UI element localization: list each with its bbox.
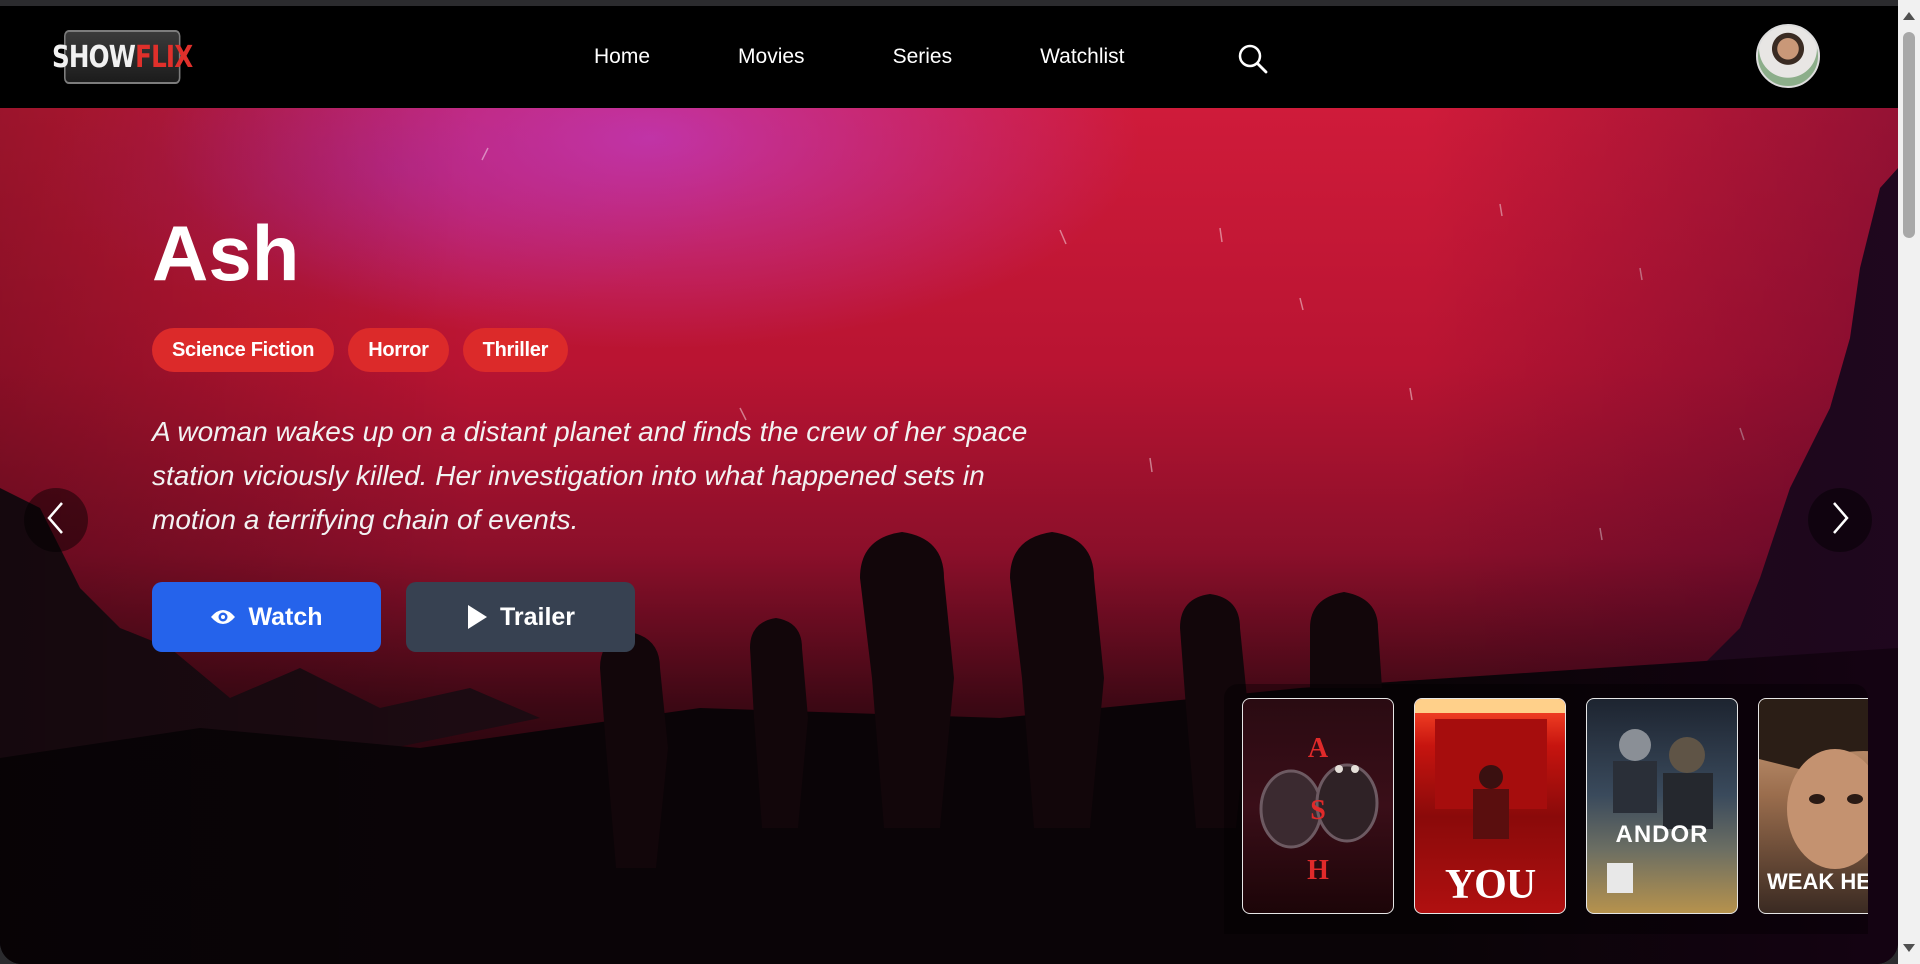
top-navbar: SHOW FLIX Home Movies Series Watchlist [0, 6, 1898, 108]
watch-label: Watch [248, 602, 323, 631]
chevron-right-icon [1829, 501, 1851, 540]
genre-tag[interactable]: Science Fiction [152, 328, 335, 372]
user-avatar[interactable] [1756, 24, 1820, 88]
genre-tags: Science Fiction Horror Thriller [152, 328, 582, 372]
genre-tag[interactable]: Horror [348, 328, 449, 372]
app-viewport: SHOW FLIX Home Movies Series Watchlist A… [0, 6, 1898, 964]
trailer-button[interactable]: Trailer [406, 582, 635, 652]
nav-links: Home Movies Series Watchlist [594, 6, 1125, 108]
scrollbar-thumb[interactable] [1903, 32, 1915, 238]
andor-poster-art [1607, 729, 1713, 893]
hero-banner: Ash Science Fiction Horror Thriller A wo… [0, 108, 1898, 964]
nav-watchlist[interactable]: Watchlist [1040, 45, 1124, 69]
page-scrollbar[interactable] [1898, 0, 1920, 964]
search-icon[interactable] [1236, 42, 1270, 76]
thumbnail-ash[interactable]: A S H [1242, 698, 1394, 914]
nav-movies[interactable]: Movies [738, 45, 805, 69]
logo-show-text: SHOW [52, 39, 136, 75]
eye-icon [210, 607, 236, 627]
thumbnail-andor[interactable]: ANDOR [1586, 698, 1738, 914]
showflix-logo[interactable]: SHOW FLIX [52, 30, 193, 84]
logo-flix-text: FLIX [135, 39, 193, 75]
thumbnail-weak-hero[interactable]: WEAK HE [1758, 698, 1868, 914]
chevron-left-icon [45, 501, 67, 540]
ash-poster-letter: H [1307, 855, 1329, 886]
scroll-up-arrow-icon[interactable] [1903, 12, 1915, 20]
genre-tag[interactable]: Thriller [462, 328, 569, 372]
nav-home[interactable]: Home [594, 45, 650, 69]
ash-poster-letter: S [1310, 795, 1326, 826]
thumbnail-you[interactable]: YOU [1414, 698, 1566, 914]
weak-hero-poster-title: WEAK HE [1767, 869, 1868, 894]
andor-poster-title: ANDOR [1615, 821, 1709, 848]
next-slide-button[interactable] [1808, 488, 1872, 552]
trailer-label: Trailer [499, 602, 576, 631]
watch-button[interactable]: Watch [152, 582, 381, 652]
nav-series[interactable]: Series [893, 45, 953, 69]
hero-description: A woman wakes up on a distant planet and… [152, 416, 1028, 535]
ash-poster-letter: A [1307, 733, 1329, 764]
thumbnail-strip: A S H YOU ANDOR WEAK HE [1224, 684, 1868, 934]
you-poster-title: YOU [1444, 862, 1536, 908]
prev-slide-button[interactable] [24, 488, 88, 552]
scroll-down-arrow-icon[interactable] [1903, 944, 1915, 952]
hero-title: Ash [152, 209, 300, 297]
play-icon [466, 604, 488, 630]
